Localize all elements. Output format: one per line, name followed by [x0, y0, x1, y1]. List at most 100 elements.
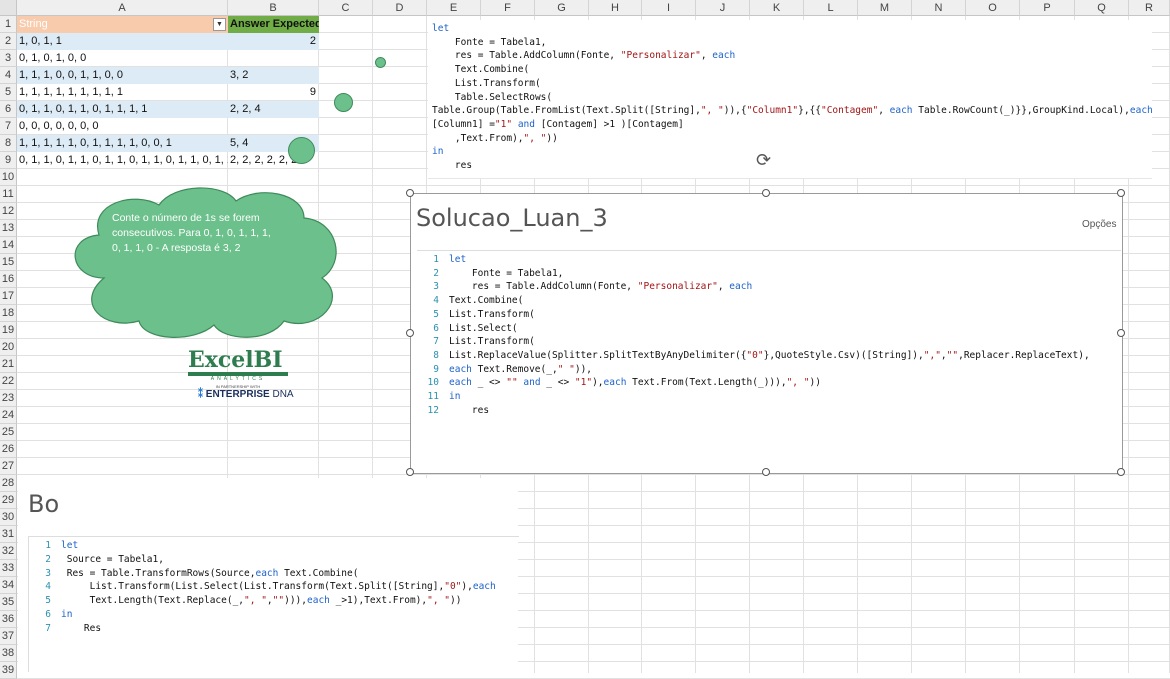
table-cell-string[interactable]: 1, 1, 1, 1, 1, 0, 1, 1, 1, 1, 0, 0, 1 [17, 135, 228, 152]
large-circle-shape[interactable] [288, 137, 315, 164]
resize-handle-br[interactable] [1117, 468, 1125, 476]
row-header-37[interactable]: 37 [0, 628, 17, 645]
resize-handle-tr[interactable] [1117, 189, 1125, 197]
filter-dropdown-icon[interactable]: ▼ [213, 18, 226, 31]
table-header-string[interactable]: String ▼ [17, 16, 228, 33]
table-cell-string[interactable]: 0, 1, 1, 0, 1, 1, 0, 1, 1, 0, 1, 1, 0, 1… [17, 152, 228, 169]
table-cell-string[interactable]: 0, 1, 1, 0, 1, 1, 0, 1, 1, 1, 1 [17, 101, 228, 118]
row-header-22[interactable]: 22 [0, 373, 17, 390]
row-header-4[interactable]: 4 [0, 67, 17, 84]
table-cell-string[interactable]: 0, 1, 0, 1, 0, 0 [17, 50, 228, 67]
column-header-o[interactable]: O [966, 0, 1020, 16]
table-cell-string[interactable]: 0, 0, 0, 0, 0, 0, 0 [17, 118, 228, 135]
row-header-20[interactable]: 20 [0, 339, 17, 356]
column-header-r[interactable]: R [1129, 0, 1170, 16]
row-header-19[interactable]: 19 [0, 322, 17, 339]
medium-circle-shape[interactable] [334, 93, 353, 112]
table-cell-answer[interactable]: 2, 2, 4 [228, 101, 319, 118]
row-header-21[interactable]: 21 [0, 356, 17, 373]
column-header-i[interactable]: I [642, 0, 696, 16]
small-circle-shape[interactable] [375, 57, 386, 68]
column-header-c[interactable]: C [319, 0, 373, 16]
column-header-h[interactable]: H [589, 0, 642, 16]
row-header-32[interactable]: 32 [0, 543, 17, 560]
table-cell-answer[interactable] [228, 118, 319, 135]
row-header-25[interactable]: 25 [0, 424, 17, 441]
options-label[interactable]: Opções [1082, 219, 1122, 230]
row-header-16[interactable]: 16 [0, 271, 17, 288]
column-header-d[interactable]: D [373, 0, 427, 16]
column-header-g[interactable]: G [535, 0, 589, 16]
top-code-panel[interactable]: let Fonte = Tabela1, res = Table.AddColu… [428, 20, 1153, 179]
row-header-35[interactable]: 35 [0, 594, 17, 611]
table-cell-answer[interactable]: 3, 2 [228, 67, 319, 84]
table-cell-string[interactable]: 1, 0, 1, 1 [17, 33, 228, 50]
column-header-e[interactable]: E [427, 0, 481, 16]
row-header-27[interactable]: 27 [0, 458, 17, 475]
resize-handle-mr[interactable] [1117, 329, 1125, 337]
row-header-33[interactable]: 33 [0, 560, 17, 577]
logo-brand: ExcelBI [188, 347, 283, 373]
row-header-31[interactable]: 31 [0, 526, 17, 543]
table-cell-answer[interactable]: 2 [228, 33, 319, 50]
row-header-7[interactable]: 7 [0, 118, 17, 135]
table-cell-string[interactable]: 1, 1, 1, 0, 0, 1, 1, 0, 0 [17, 67, 228, 84]
row-header-9[interactable]: 9 [0, 152, 17, 169]
code-line: res = Table.AddColumn(Fonte, "Personaliz… [432, 50, 736, 62]
column-header-f[interactable]: F [481, 0, 535, 16]
row-header-36[interactable]: 36 [0, 611, 17, 628]
table-cell-string[interactable]: 1, 1, 1, 1, 1, 1, 1, 1, 1 [17, 84, 228, 101]
row-header-14[interactable]: 14 [0, 237, 17, 254]
solucao-panel[interactable]: Solucao_Luan_3 Opções 1 let 2 Fonte = Tabe… [410, 193, 1123, 474]
resize-handle-bm[interactable] [762, 468, 770, 476]
row-header-26[interactable]: 26 [0, 441, 17, 458]
row-header-8[interactable]: 8 [0, 135, 17, 152]
cloud-callout-shape[interactable] [64, 183, 342, 338]
code-line: 8 List.ReplaceValue(Splitter.SplitTextByA… [433, 349, 1090, 361]
row-header-18[interactable]: 18 [0, 305, 17, 322]
column-header-n[interactable]: N [912, 0, 966, 16]
row-header-38[interactable]: 38 [0, 645, 17, 662]
row-header-2[interactable]: 2 [0, 33, 17, 50]
row-header-30[interactable]: 30 [0, 509, 17, 526]
row-header-12[interactable]: 12 [0, 203, 17, 220]
row-header-39[interactable]: 39 [0, 662, 17, 679]
row-header-23[interactable]: 23 [0, 390, 17, 407]
row-header-28[interactable]: 28 [0, 475, 17, 492]
bo-code-area[interactable]: 1 let 2 Source = Tabela1, 3 Res = Table.Tra… [28, 536, 519, 672]
row-header-13[interactable]: 13 [0, 220, 17, 237]
row-header-11[interactable]: 11 [0, 186, 17, 203]
row-header-34[interactable]: 34 [0, 577, 17, 594]
rotate-handle-icon[interactable]: ⟳ [756, 150, 771, 170]
code-line: 10 each _ <> "" and _ <> "1"),each Text.F… [427, 377, 821, 389]
row-header-15[interactable]: 15 [0, 254, 17, 271]
resize-handle-tm[interactable] [762, 189, 770, 197]
resize-handle-bl[interactable] [406, 468, 414, 476]
column-header-q[interactable]: Q [1075, 0, 1129, 16]
column-header-l[interactable]: L [804, 0, 858, 16]
row-header-5[interactable]: 5 [0, 84, 17, 101]
column-header-m[interactable]: M [858, 0, 912, 16]
code-line: 4 Text.Combine( [433, 295, 524, 307]
table-header-answer[interactable]: Answer Expected [228, 16, 319, 33]
column-header-a[interactable]: A [17, 0, 228, 16]
row-header-24[interactable]: 24 [0, 407, 17, 424]
column-header-k[interactable]: K [750, 0, 804, 16]
row-header-6[interactable]: 6 [0, 101, 17, 118]
select-all-corner[interactable] [0, 0, 17, 16]
code-line: 1 let [45, 540, 79, 551]
table-cell-answer[interactable]: 9 [228, 84, 319, 101]
row-header-17[interactable]: 17 [0, 288, 17, 305]
resize-handle-ml[interactable] [406, 329, 414, 337]
column-header-j[interactable]: J [696, 0, 750, 16]
table-cell-answer[interactable] [228, 50, 319, 67]
row-header-1[interactable]: 1 [0, 16, 17, 33]
bo-panel[interactable]: Bo 1 let 2 Source = Tabela1, 3 Res = Table.… [18, 478, 519, 673]
column-header-b[interactable]: B [228, 0, 319, 16]
row-header-10[interactable]: 10 [0, 169, 17, 186]
solucao-code-area[interactable]: 1 let 2 Fonte = Tabela1, 3 res = Table.AddC… [417, 250, 1121, 473]
row-header-29[interactable]: 29 [0, 492, 17, 509]
column-header-p[interactable]: P [1020, 0, 1075, 16]
resize-handle-tl[interactable] [406, 189, 414, 197]
row-header-3[interactable]: 3 [0, 50, 17, 67]
